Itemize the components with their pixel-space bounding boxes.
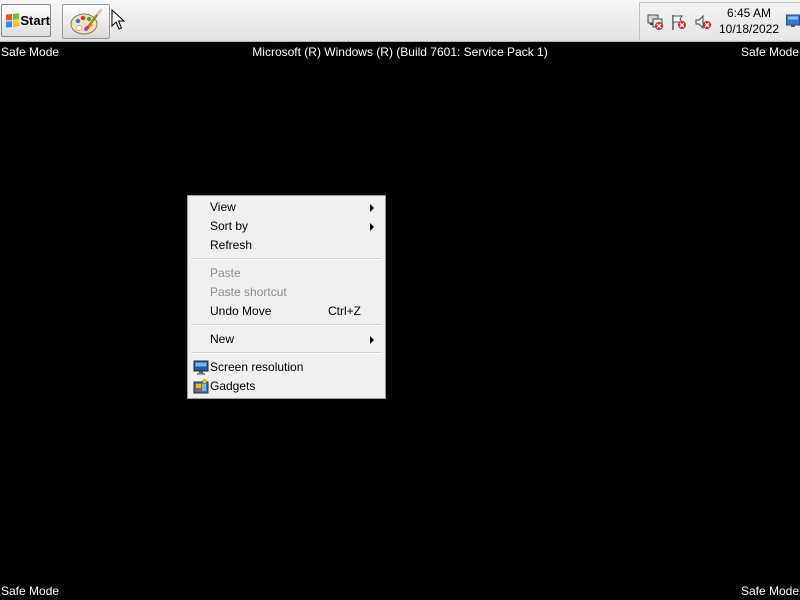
menu-item-gadgets[interactable]: Gadgets [190, 377, 383, 396]
menu-separator [191, 352, 382, 354]
menu-item-label: Undo Move [210, 304, 272, 318]
menu-item-label: View [210, 200, 236, 214]
menu-separator [191, 258, 382, 260]
taskbar-clock[interactable]: 6:45 AM 10/18/2022 [716, 5, 782, 37]
menu-item-new[interactable]: New [190, 330, 383, 349]
start-button[interactable]: Start [1, 4, 51, 37]
menu-item-label: New [210, 332, 235, 346]
submenu-arrow-icon [370, 223, 374, 231]
menu-item-refresh[interactable]: Refresh [190, 236, 383, 255]
taskbar: Start 6:45 AM 10/18/2022 [0, 0, 800, 42]
clock-time: 6:45 AM [726, 6, 772, 20]
desktop-context-menu: View Sort by Refresh Paste Paste shortcu… [187, 195, 386, 399]
windows-logo-icon [6, 12, 19, 28]
volume-muted-icon[interactable] [694, 13, 712, 31]
screen-resolution-icon [193, 360, 209, 375]
network-disconnected-icon[interactable] [646, 13, 664, 31]
submenu-arrow-icon [370, 336, 374, 344]
safe-mode-label-bottom-right: Safe Mode [740, 584, 799, 598]
start-label: Start [20, 13, 50, 28]
safe-mode-label-bottom-left: Safe Mode [1, 584, 60, 598]
menu-item-sort-by[interactable]: Sort by [190, 217, 383, 236]
menu-item-label: Gadgets [210, 379, 256, 393]
action-center-flag-icon[interactable] [670, 13, 688, 31]
safe-mode-label-top-right: Safe Mode [740, 45, 799, 59]
mouse-cursor-icon [111, 9, 125, 30]
menu-item-screen-resolution[interactable]: Screen resolution [190, 358, 383, 377]
submenu-arrow-icon [370, 204, 374, 212]
show-desktop-icon[interactable] [786, 11, 800, 33]
menu-item-shortcut: Ctrl+Z [328, 304, 361, 318]
paint-icon [70, 8, 103, 34]
menu-item-view[interactable]: View [190, 198, 383, 217]
menu-item-label: Paste shortcut [210, 285, 287, 299]
build-info-text: Microsoft (R) Windows (R) (Build 7601: S… [252, 45, 548, 59]
menu-separator [191, 324, 382, 326]
menu-item-label: Paste [210, 266, 241, 280]
clock-date: 10/18/2022 [718, 22, 780, 36]
menu-item-undo-move[interactable]: Undo Move Ctrl+Z [190, 302, 383, 321]
menu-item-label: Sort by [210, 219, 249, 233]
taskbar-paint-button[interactable] [62, 4, 110, 39]
desktop[interactable]: Start 6:45 AM 10/18/2022 Safe Mode Micro… [0, 0, 800, 600]
gadgets-icon [193, 379, 209, 394]
notification-area: 6:45 AM 10/18/2022 [639, 2, 800, 40]
menu-item-label: Refresh [210, 238, 253, 252]
menu-item-paste: Paste [190, 264, 383, 283]
menu-item-paste-shortcut: Paste shortcut [190, 283, 383, 302]
menu-item-label: Screen resolution [210, 360, 304, 374]
